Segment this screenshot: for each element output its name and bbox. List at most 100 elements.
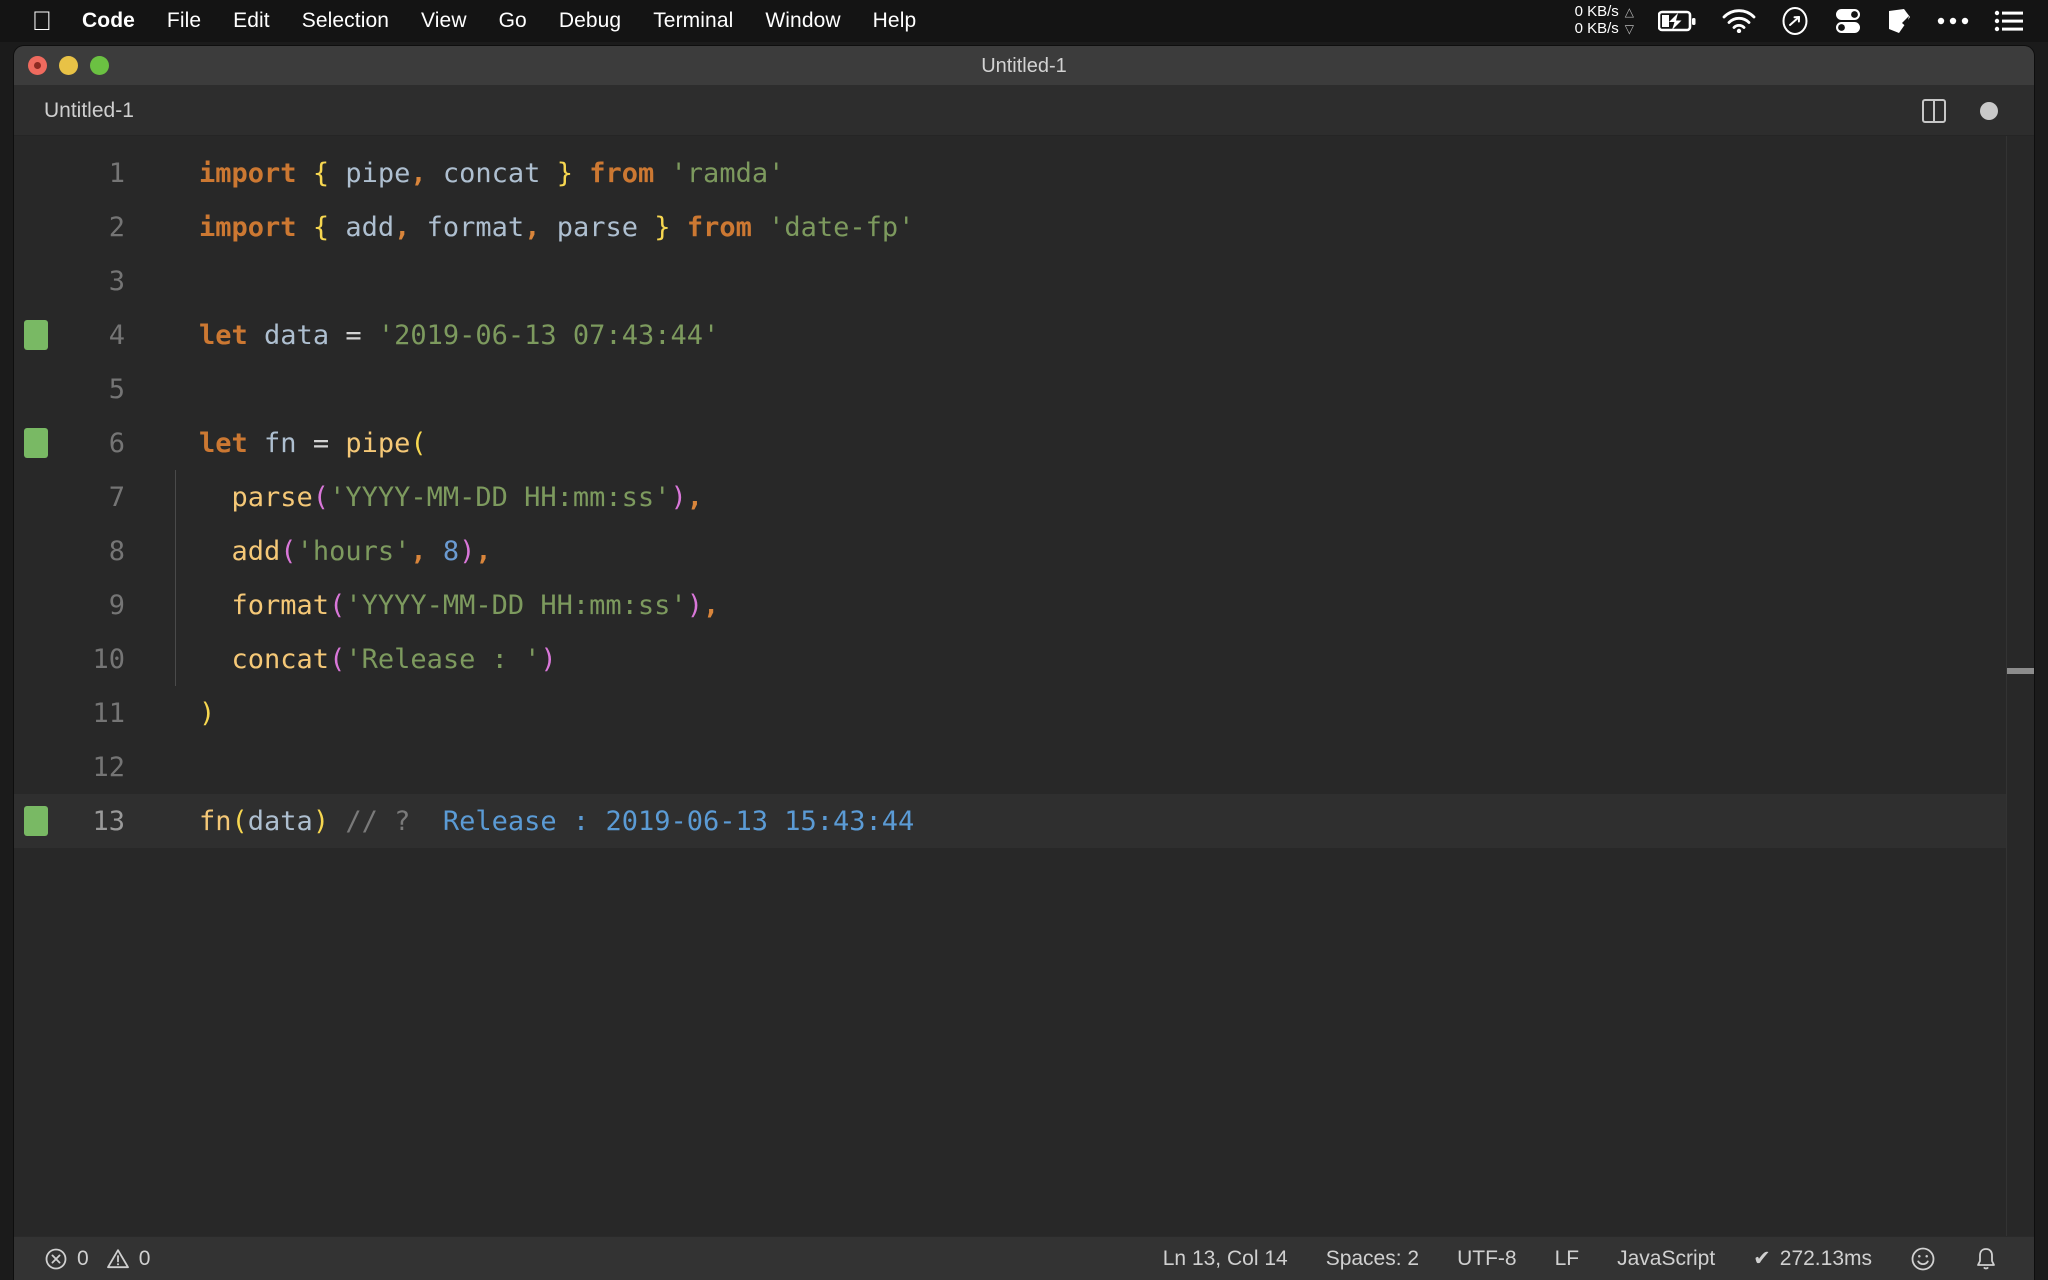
zoom-button[interactable] — [90, 56, 109, 75]
menu-help[interactable]: Help — [857, 9, 933, 33]
menu-code[interactable]: Code — [78, 9, 151, 33]
code-line-8[interactable]: 8 add('hours', 8), — [14, 524, 2034, 578]
warning-triangle-icon — [106, 1247, 130, 1271]
code-line-1[interactable]: 1 import { pipe, concat } from 'ramda' — [14, 146, 2034, 200]
code-text[interactable]: parse('YYYY-MM-DD HH:mm:ss'), — [147, 482, 703, 513]
code-line-7[interactable]: 7 parse('YYYY-MM-DD HH:mm:ss'), — [14, 470, 2034, 524]
token: '2019-06-13 07:43:44' — [377, 319, 720, 351]
token: } — [654, 211, 671, 243]
code-text[interactable]: fn(data) // ? Release : 2019-06-13 15:43… — [147, 805, 915, 837]
code-line-5[interactable]: 5 — [14, 362, 2034, 416]
menu-selection[interactable]: Selection — [286, 9, 405, 33]
token: let — [199, 427, 248, 459]
shape-icon[interactable] — [1886, 7, 1912, 35]
token: 'Release : ' — [345, 643, 541, 675]
menu-terminal[interactable]: Terminal — [637, 9, 749, 33]
code-text[interactable]: ) — [147, 698, 215, 729]
token: Release : 2019-06-13 15:43:44 — [442, 805, 915, 837]
token: ( — [280, 535, 297, 567]
code-line-11[interactable]: 11) — [14, 686, 2034, 740]
minimize-button[interactable] — [59, 56, 78, 75]
toggles-icon[interactable] — [1834, 7, 1862, 35]
clock-icon[interactable] — [1780, 6, 1810, 36]
code-text[interactable]: let data = '2019-06-13 07:43:44' — [147, 320, 719, 351]
close-button[interactable] — [28, 56, 47, 75]
code-line-3[interactable]: 3 — [14, 254, 2034, 308]
indent-guide — [175, 470, 176, 686]
token: add — [231, 535, 281, 567]
line-number: 3 — [108, 265, 125, 297]
code-line-10[interactable]: 10 concat('Release : ') — [14, 632, 2034, 686]
line-ending-status[interactable]: LF — [1555, 1247, 1580, 1271]
battery-charging-icon[interactable] — [1658, 9, 1698, 33]
menu-go[interactable]: Go — [483, 9, 543, 33]
vscode-window: Untitled-1 Untitled-1 1 import { pipe, co… — [14, 46, 2034, 1280]
code-line-13[interactable]: 13 fn(data) // ? Release : 2019-06-13 15:… — [14, 794, 2034, 848]
triangle-up-icon: △ — [1624, 5, 1634, 20]
code-line-2[interactable]: 2 import { add, format, parse } from 'dat… — [14, 200, 2034, 254]
download-speed: 0 KB/s — [1574, 20, 1619, 37]
tab-label: Untitled-1 — [44, 98, 134, 122]
git-added-marker-icon — [24, 806, 48, 836]
code-line-9[interactable]: 9 format('YYYY-MM-DD HH:mm:ss'), — [14, 578, 2034, 632]
tab-untitled-1[interactable]: Untitled-1 — [14, 86, 184, 135]
encoding-status[interactable]: UTF-8 — [1457, 1247, 1517, 1271]
menu-debug[interactable]: Debug — [543, 9, 637, 33]
code-lines[interactable]: 1 import { pipe, concat } from 'ramda' 2 im… — [14, 136, 2034, 848]
network-speed-indicator[interactable]: 0 KB/s 0 KB/s △ ▽ — [1574, 3, 1634, 38]
token: ( — [312, 481, 330, 513]
code-text[interactable]: import { pipe, concat } from 'ramda' — [147, 158, 784, 189]
code-editor[interactable]: 1 import { pipe, concat } from 'ramda' 2 im… — [14, 136, 2034, 1236]
error-circle-icon — [44, 1247, 68, 1271]
cursor-position-status[interactable]: Ln 13, Col 14 — [1163, 1247, 1288, 1271]
smiley-icon[interactable] — [1910, 1246, 1936, 1272]
language-mode-status[interactable]: JavaScript — [1617, 1247, 1715, 1271]
code-text[interactable]: import { add, format, parse } from 'date… — [147, 212, 914, 243]
unsaved-changes-dot-icon[interactable] — [1980, 101, 1998, 120]
run-time-status[interactable]: ✔ 272.13ms — [1753, 1246, 1872, 1271]
code-line-6[interactable]: 6 let fn = pipe( — [14, 416, 2034, 470]
token: from — [589, 157, 655, 189]
menu-bar-status-area: 0 KB/s 0 KB/s △ ▽ — [1574, 3, 2030, 38]
code-line-4[interactable]: 4 let data = '2019-06-13 07:43:44' — [14, 308, 2034, 362]
code-text[interactable]: add('hours', 8), — [147, 536, 492, 567]
token: data — [264, 319, 330, 351]
tab-bar-spacer — [184, 86, 1922, 135]
token: parse — [231, 481, 313, 513]
ellipsis-icon[interactable] — [1936, 15, 1970, 27]
token: concat — [231, 643, 330, 675]
menu-view[interactable]: View — [405, 9, 483, 33]
line-number: 2 — [108, 211, 125, 243]
token: ) — [670, 481, 687, 513]
apple-logo-icon[interactable]:  — [28, 6, 56, 36]
indentation-status[interactable]: Spaces: 2 — [1326, 1247, 1419, 1271]
menu-edit[interactable]: Edit — [217, 9, 286, 33]
wifi-icon[interactable] — [1722, 9, 1756, 33]
menu-window[interactable]: Window — [749, 9, 856, 33]
overview-ruler-mark — [2007, 668, 2034, 674]
git-added-marker-icon — [24, 428, 48, 458]
split-editor-icon[interactable] — [1922, 98, 1946, 123]
overview-ruler-scrollbar[interactable] — [2006, 136, 2034, 1236]
code-text[interactable]: let fn = pipe( — [147, 428, 427, 459]
token: add — [345, 211, 395, 243]
token: } — [556, 157, 573, 189]
code-text[interactable]: concat('Release : ') — [147, 644, 557, 675]
token: ( — [410, 427, 427, 459]
token: // ? — [345, 805, 411, 837]
code-text[interactable]: format('YYYY-MM-DD HH:mm:ss'), — [147, 590, 720, 621]
list-icon[interactable] — [1994, 9, 2024, 33]
code-line-12[interactable]: 12 — [14, 740, 2034, 794]
bell-icon[interactable] — [1974, 1246, 1998, 1272]
problems-status[interactable]: 0 0 — [44, 1247, 150, 1271]
menu-file[interactable]: File — [151, 9, 217, 33]
